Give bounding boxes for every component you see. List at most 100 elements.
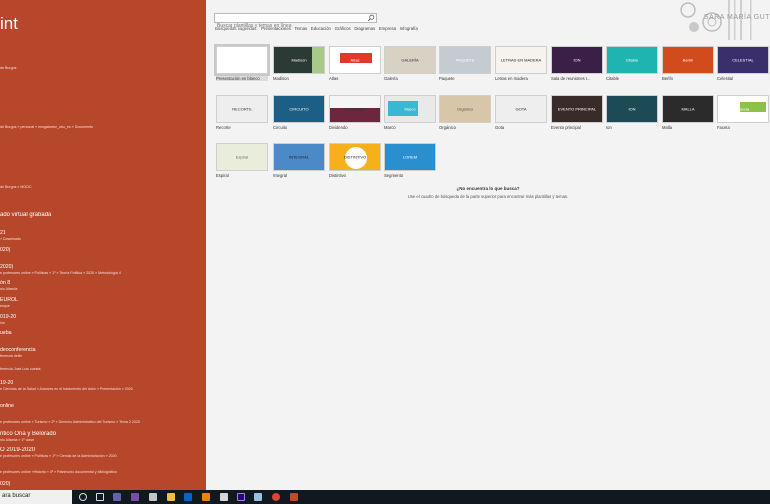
template-evento-principal[interactable]: EVENTO PRINCIPAL Evento principal — [551, 95, 603, 130]
template-thumbnail[interactable]: Berlín — [662, 46, 714, 74]
template-thumbnail[interactable]: LETRAS EN MADERA — [495, 46, 547, 74]
recent-file-path: ión — [0, 320, 5, 325]
pdf-icon[interactable] — [220, 493, 228, 501]
template-thumbnail[interactable]: EVENTO PRINCIPAL — [551, 95, 603, 123]
template-thumbnail[interactable]: CIRCUITO — [273, 95, 325, 123]
template-sala-de-reuniones-i[interactable]: ION Sala de reuniones I... — [551, 46, 603, 81]
template-thumbnail[interactable]: INTEGRAL — [273, 143, 325, 171]
user-name[interactable]: SARA MARÍA GUT — [704, 14, 770, 21]
template-faceta[interactable]: Faceta Faceta — [717, 95, 769, 130]
template-name: Sala de reuniones I... — [551, 76, 591, 81]
template-thumbnail[interactable]: Marco — [384, 95, 436, 123]
template-letras-en-madera[interactable]: LETRAS EN MADERA Letras en madera — [495, 46, 547, 81]
template-ion[interactable]: ION Ion — [606, 95, 658, 130]
template-thumbnail[interactable]: DISTINTIVO — [329, 143, 381, 171]
suggestion-link[interactable]: Presentaciones — [261, 26, 291, 31]
template-celestial[interactable]: CELESTIAL Celestial — [717, 46, 769, 81]
template-gota[interactable]: GOTA Gota — [495, 95, 547, 130]
user-account[interactable]: SARA MARÍA GUT — [650, 0, 770, 40]
suggestion-link[interactable]: Infografía — [400, 26, 418, 31]
file-explorer-icon[interactable] — [167, 493, 175, 501]
recent-file-item[interactable]: ón 8 nio Aliseda — [0, 280, 206, 292]
template-dividendo[interactable]: DIVIDENDO Dividendo — [329, 95, 381, 130]
template-thumbnail[interactable]: Atlas — [329, 46, 381, 74]
template-thumbnail[interactable]: CELESTIAL — [717, 46, 769, 74]
recent-file-item[interactable]: de Burgos — [0, 66, 206, 71]
template-recorte[interactable]: RECORTE Recorte — [216, 95, 268, 130]
teams-icon[interactable] — [113, 493, 121, 501]
template-thumbnail[interactable]: ION — [606, 95, 658, 123]
template-thumbnail[interactable]: Espiral — [216, 143, 268, 171]
cortana-icon[interactable] — [79, 493, 87, 501]
taskbar-search[interactable]: ara buscar — [0, 490, 72, 504]
recent-file-item[interactable]: e profesores online »Historia » 4º » Pat… — [0, 470, 206, 475]
outlook-icon[interactable] — [184, 493, 192, 501]
template-paquete[interactable]: PAQUETE Paquete — [439, 46, 491, 81]
template-thumbnail[interactable]: LOREM — [384, 143, 436, 171]
suggestion-link[interactable]: Gráficos — [335, 26, 351, 31]
template-integral[interactable]: INTEGRAL Integral — [273, 143, 325, 178]
template-galería[interactable]: GALERÍA Galería — [384, 46, 436, 81]
app-icon[interactable] — [149, 493, 157, 501]
suggestion-link[interactable]: Educación — [311, 26, 331, 31]
vlc-icon[interactable] — [202, 493, 210, 501]
suggestion-link[interactable]: Diagramas — [354, 26, 375, 31]
template-citable[interactable]: Citable Citable — [606, 46, 658, 81]
recent-file-item[interactable]: 21» Downloads — [0, 230, 206, 242]
suggestion-link[interactable]: Temas — [294, 26, 307, 31]
template-segmento[interactable]: LOREM Segmento — [384, 143, 436, 178]
premiere-icon[interactable] — [237, 493, 245, 501]
template-name: Celestial — [717, 76, 734, 81]
recent-file-item[interactable]: online — [0, 403, 206, 410]
recent-file-item[interactable]: 020) — [0, 481, 206, 488]
recent-file-item[interactable]: de Burgos » MOOC — [0, 185, 206, 190]
recent-file-item[interactable]: de Burgos » personal » ensgalarrez_ubu_e… — [0, 125, 206, 130]
powerpoint-icon[interactable] — [290, 493, 298, 501]
template-presentación-en-blanco[interactable]: Presentación en blanco — [214, 44, 270, 81]
template-thumbnail[interactable]: ION — [551, 46, 603, 74]
template-circuito[interactable]: CIRCUITO Circuito — [273, 95, 325, 130]
template-thumbnail[interactable]: GALERÍA — [384, 46, 436, 74]
template-berlín[interactable]: Berlín Berlín — [662, 46, 714, 81]
template-thumbnail[interactable]: Orgánico — [439, 95, 491, 123]
template-thumbnail[interactable]: PAQUETE — [439, 46, 491, 74]
template-thumbnail[interactable]: GOTA — [495, 95, 547, 123]
search-icon[interactable] — [367, 14, 375, 22]
recent-file-item[interactable]: 020) — [0, 247, 206, 254]
onenote-icon[interactable] — [131, 493, 139, 501]
template-name: Berlín — [662, 76, 673, 81]
recent-file-item[interactable]: e profesores online » Turismo » 2º » Der… — [0, 420, 206, 425]
recent-file-item[interactable]: ntico Oña y Belorado nio Aliseda » 1º cla… — [0, 431, 206, 443]
template-thumbnail[interactable]: Citable — [606, 46, 658, 74]
task-view-icon[interactable] — [96, 493, 104, 501]
recent-file-item[interactable]: deoconferencia ferencia dellie — [0, 347, 206, 359]
template-thumbnail[interactable]: MALLA — [662, 95, 714, 123]
recent-file-item[interactable]: EUROL esque — [0, 297, 206, 309]
template-orgánico[interactable]: Orgánico Orgánico — [439, 95, 491, 130]
recent-file-item[interactable]: ado virtual grabada — [0, 212, 206, 219]
search-box[interactable] — [214, 13, 377, 30]
template-name: Citable — [606, 76, 620, 81]
file-icon[interactable] — [254, 493, 262, 501]
recent-file-item[interactable]: ueba — [0, 330, 206, 337]
template-marco[interactable]: Marco Marco — [384, 95, 436, 130]
template-thumbnail[interactable] — [214, 44, 270, 76]
not-found-heading: ¿No encuentra lo que busca? — [456, 186, 520, 191]
template-thumbnail-title: GOTA — [515, 106, 527, 112]
template-espiral[interactable]: Espiral Espiral — [216, 143, 268, 178]
recent-file-item[interactable]: 019-20 ión — [0, 314, 206, 326]
recent-file-item[interactable]: O 2019-2020 e profesores online » Polític… — [0, 447, 206, 459]
recent-file-item[interactable]: 19-20 e Ciencias de la Salud » Avances en… — [0, 380, 206, 392]
template-atlas[interactable]: Atlas Atlas — [329, 46, 381, 81]
chrome-icon[interactable] — [272, 493, 280, 501]
template-distintivo[interactable]: DISTINTIVO Distintivo — [329, 143, 381, 178]
template-madison[interactable]: Madison Madison — [273, 46, 325, 81]
template-thumbnail[interactable]: RECORTE — [216, 95, 268, 123]
template-thumbnail[interactable]: DIVIDENDO — [329, 95, 381, 123]
template-malla[interactable]: MALLA Malla — [662, 95, 714, 130]
recent-file-item[interactable]: 2020) e profesores online » Políticas » 1… — [0, 264, 206, 276]
suggestion-link[interactable]: Empresa — [379, 26, 396, 31]
template-thumbnail[interactable]: Madison — [273, 46, 325, 74]
recent-file-item[interactable]: ferencia Jose Luis cuesta — [0, 367, 206, 372]
template-thumbnail[interactable]: Faceta — [717, 95, 769, 123]
